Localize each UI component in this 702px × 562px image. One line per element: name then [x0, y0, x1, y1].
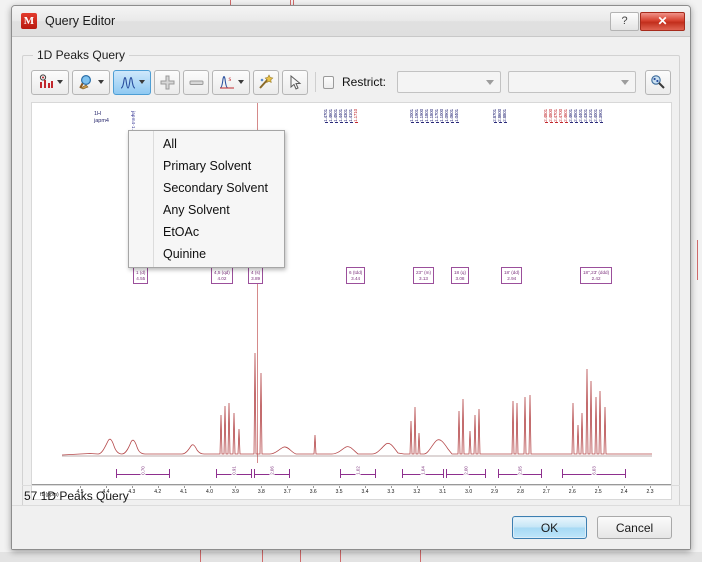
- integral-value: 2.00: [464, 465, 469, 476]
- groupbox-legend: 1D Peaks Query: [33, 48, 129, 62]
- spectrum-title: 1H japm4: [94, 111, 109, 125]
- menu-item-secondary-solvent[interactable]: Secondary Solvent: [129, 177, 284, 199]
- ok-button[interactable]: OK: [512, 516, 587, 539]
- peak-label[interactable]: 23'' (m) 3.13: [413, 267, 434, 284]
- chevron-down-icon: [486, 80, 494, 85]
- restrict-checkbox[interactable]: [323, 76, 334, 89]
- multiplet-cluster: 2.8701 2.8600 2.8801: [493, 109, 507, 135]
- integral-bracket: 2.05: [498, 469, 542, 478]
- multiplet-cluster: 2.4801 2.4800 2.4701 2.4700 2.4601 2.460…: [544, 109, 603, 135]
- search-molecule-button[interactable]: [645, 70, 671, 95]
- background-trace-line: [200, 548, 201, 562]
- integral-value: 6.03: [592, 465, 597, 476]
- chevron-down-icon[interactable]: [238, 80, 244, 84]
- integral-value: 2.06: [270, 465, 275, 476]
- restrict-combo-2[interactable]: [508, 71, 636, 93]
- magnifier-button[interactable]: [72, 70, 110, 95]
- close-button[interactable]: ✕: [640, 12, 685, 31]
- integral-bracket: 2.00: [446, 469, 486, 478]
- integral-value: 0.91: [232, 465, 237, 476]
- status-text: 57 1D Peaks Query: [24, 489, 129, 503]
- status-bar: 57 1D Peaks Query: [22, 485, 680, 505]
- peak-label[interactable]: 18 (q) 3.08: [451, 267, 469, 284]
- chevron-down-icon[interactable]: [139, 80, 145, 84]
- spectrum-s-icon: s: [219, 74, 235, 90]
- menu-item-all[interactable]: All: [129, 133, 284, 155]
- arrow-cursor-icon: [288, 75, 303, 90]
- background-trace-line: [262, 548, 263, 562]
- window-buttons: ? ✕: [609, 12, 685, 31]
- restrict-label: Restrict:: [342, 75, 386, 89]
- mnova-logo-icon: M: [21, 13, 37, 29]
- integral-bracket: 0.91: [216, 469, 252, 478]
- integral-value: 1.02: [356, 465, 361, 476]
- magnifier-icon: [79, 74, 95, 90]
- menu-item-primary-solvent[interactable]: Primary Solvent: [129, 155, 284, 177]
- add-button[interactable]: [154, 70, 180, 95]
- toolbar-separator: [315, 72, 316, 92]
- integral-bracket: 0.70: [116, 469, 170, 478]
- background-trace-line: [420, 548, 421, 562]
- integral-bracket: 1.04: [402, 469, 444, 478]
- cursor-button[interactable]: [282, 70, 308, 95]
- dialog-titlebar[interactable]: M Query Editor ? ✕: [12, 6, 690, 37]
- dialog-body: 1D Peaks Query: [12, 37, 690, 549]
- peak-label[interactable]: 18' (dd) 2.94: [501, 267, 522, 284]
- background-trace-line: [697, 240, 698, 280]
- background-trace-line: [340, 548, 341, 562]
- integral-value: 1.04: [421, 465, 426, 476]
- chevron-down-icon[interactable]: [98, 80, 104, 84]
- search-molecule-icon: [650, 74, 666, 90]
- chevron-down-icon: [621, 80, 629, 85]
- assignment-button[interactable]: s: [212, 70, 250, 95]
- remove-button[interactable]: [183, 70, 209, 95]
- peak-label[interactable]: 1 (d) 4.55: [133, 267, 148, 284]
- dialog-title: Query Editor: [45, 14, 609, 28]
- help-button[interactable]: ?: [610, 12, 639, 31]
- multiplet-filter-menu[interactable]: All Primary Solvent Secondary Solvent An…: [128, 130, 285, 268]
- magic-wand-icon: [258, 74, 274, 90]
- multiplet-select-button[interactable]: [113, 70, 151, 95]
- background-strip: [0, 552, 702, 562]
- spectrum-trace: [32, 343, 672, 463]
- menu-item-quinine[interactable]: Quinine: [129, 243, 284, 265]
- peaks-query-groupbox: 1D Peaks Query: [22, 55, 680, 510]
- integral-bracket: 1.02: [340, 469, 376, 478]
- multiplet-cluster: 1.4701 1.4601 1.4501 1.4401 1.4301 1.410…: [324, 109, 358, 135]
- dialog-footer: OK Cancel: [12, 505, 690, 549]
- multiplet-icon: [120, 74, 136, 90]
- menu-item-any-solvent[interactable]: Any Solvent: [129, 199, 284, 221]
- plus-icon: [160, 75, 175, 90]
- menu-item-etoac[interactable]: EtOAc: [129, 221, 284, 243]
- peak-label[interactable]: 4 (s) 3.89: [248, 267, 263, 284]
- peaks-table-button[interactable]: [31, 70, 69, 95]
- minus-icon: [189, 75, 204, 90]
- restrict-combo-1[interactable]: [397, 71, 501, 93]
- background-trace-line: [300, 548, 301, 562]
- peak-label[interactable]: 6 (tdd) 3.44: [346, 267, 365, 284]
- chevron-down-icon[interactable]: [57, 80, 63, 84]
- multiplet-cluster: 1.2001 1.1901 1.1900 1.1801 1.1800 1.170…: [410, 109, 459, 135]
- wand-button[interactable]: [253, 70, 279, 95]
- peaks-table-icon: [38, 74, 54, 90]
- peak-label[interactable]: 4,5 (qd) 4.02: [211, 267, 233, 284]
- peak-label[interactable]: 18'',23' (ddd) 2.42: [580, 267, 612, 284]
- integral-value: 0.70: [141, 465, 146, 476]
- svg-text:s: s: [228, 75, 231, 83]
- query-editor-dialog: M Query Editor ? ✕ 1D Peaks Query: [11, 5, 691, 550]
- integral-value: 2.05: [518, 465, 523, 476]
- query-toolbar: s: [31, 68, 671, 96]
- integral-bracket: 2.06: [254, 469, 290, 478]
- cancel-button[interactable]: Cancel: [597, 516, 672, 539]
- integral-bracket: 6.03: [562, 469, 626, 478]
